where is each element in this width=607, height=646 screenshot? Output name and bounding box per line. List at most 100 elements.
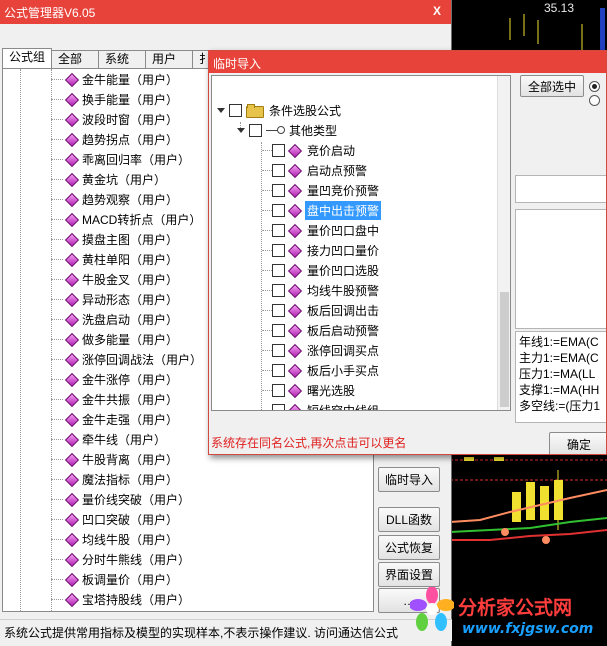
- expand-arrow-icon[interactable]: [236, 126, 245, 135]
- close-icon[interactable]: X: [433, 4, 441, 18]
- import-root-row[interactable]: 条件选股公式: [216, 100, 343, 120]
- import-item-checkbox[interactable]: [272, 143, 285, 157]
- import-item-row[interactable]: 竞价启动: [272, 140, 357, 160]
- formula-tree-item[interactable]: 牛股背离（用户）: [51, 449, 178, 469]
- tab-all[interactable]: 全部: [51, 50, 100, 68]
- import-item-row[interactable]: 板后启动预警: [272, 320, 381, 340]
- formula-tree-item[interactable]: 金牛涨停（用户）: [51, 369, 178, 389]
- tab-user[interactable]: 用户: [145, 50, 194, 68]
- option-radio-1[interactable]: [589, 81, 600, 92]
- import-item-checkbox[interactable]: [272, 283, 285, 297]
- import-item-checkbox[interactable]: [272, 383, 285, 397]
- formula-tree-item[interactable]: 板调量价（用户）: [51, 569, 178, 589]
- formula-tree-item[interactable]: 波段时窗（用户）: [51, 109, 178, 129]
- import-item-row[interactable]: 量价凹口盘中: [272, 220, 381, 240]
- formula-tree-item[interactable]: MACD转折点（用户）: [51, 209, 201, 229]
- formula-diamond-icon: [66, 494, 77, 505]
- tree-connector: [51, 118, 63, 120]
- formula-tree-item-label: 洗盘启动（用户）: [82, 312, 179, 327]
- import-item-label: 量价凹口盘中: [307, 223, 380, 238]
- tree-connector: [51, 458, 63, 460]
- main-title-bar: 公式管理器V6.05: [0, 0, 451, 24]
- import-item-row[interactable]: 均线牛股预警: [272, 280, 381, 300]
- formula-tree-item[interactable]: 异动形态（用户）: [51, 289, 178, 309]
- formula-diamond-icon: [66, 574, 77, 585]
- formula-tree-item[interactable]: 黄柱单阳（用户）: [51, 249, 178, 269]
- import-item-checkbox[interactable]: [272, 203, 285, 217]
- import-item-row[interactable]: 盘中出击预警: [272, 200, 382, 220]
- formula-tree-item[interactable]: 乖离回归率（用户）: [51, 149, 190, 169]
- import-item-checkbox[interactable]: [272, 263, 285, 277]
- formula-diamond-icon: [289, 265, 300, 276]
- formula-diamond-icon: [66, 114, 77, 125]
- option-radio-2[interactable]: [589, 95, 600, 106]
- formula-diamond-icon: [289, 145, 300, 156]
- formula-tree-item[interactable]: 黄金坑（用户）: [51, 169, 166, 189]
- import-item-label: 量凹竞价预警: [307, 183, 380, 198]
- tree-connector: [51, 158, 63, 160]
- formula-tree-item[interactable]: 量价线突破（用户）: [51, 489, 190, 509]
- import-item-row[interactable]: 启动点预警: [272, 160, 369, 180]
- root-checkbox[interactable]: [229, 103, 242, 117]
- tree-connector: [51, 518, 63, 520]
- formula-tree-item[interactable]: 涨停回调战法（用户）: [51, 349, 202, 369]
- import-item-checkbox[interactable]: [272, 403, 285, 410]
- root-label: 条件选股公式: [269, 103, 342, 118]
- formula-tree-item[interactable]: 金牛能量（用户）: [51, 69, 178, 89]
- import-item-row[interactable]: 量价凹口选股: [272, 260, 381, 280]
- formula-tree-item[interactable]: 凹口突破（用户）: [51, 509, 178, 529]
- formula-tree-item[interactable]: 趋势观察（用户）: [51, 189, 178, 209]
- scroll-thumb[interactable]: [500, 292, 509, 407]
- confirm-button[interactable]: 确定: [549, 432, 606, 454]
- formula-tree-item[interactable]: 牛股金叉（用户）: [51, 269, 178, 289]
- formula-tree-item[interactable]: 金牛共振（用户）: [51, 389, 178, 409]
- formula-tree-item[interactable]: 均线牛股（用户）: [51, 529, 178, 549]
- import-item-row[interactable]: 涨停回调买点: [272, 340, 381, 360]
- tree-connector: [51, 298, 63, 300]
- tree-connector: [262, 290, 272, 291]
- dll-function-button[interactable]: DLL函数: [378, 507, 440, 532]
- import-item-row[interactable]: 板后回调出击: [272, 300, 381, 320]
- expand-arrow-icon[interactable]: [216, 106, 225, 115]
- parameter-box: [515, 209, 606, 329]
- formula-tree-item[interactable]: 洗盘启动（用户）: [51, 309, 178, 329]
- formula-tree-item[interactable]: 换手能量（用户）: [51, 89, 178, 109]
- import-item-checkbox[interactable]: [272, 243, 285, 257]
- tree-connector: [262, 390, 272, 391]
- import-item-row[interactable]: 曙光选股: [272, 380, 357, 400]
- import-item-label: 量价凹口选股: [307, 263, 380, 278]
- main-title: 公式管理器V6.05: [4, 5, 96, 20]
- formula-tree-item[interactable]: 牵牛线（用户）: [51, 429, 166, 449]
- formula-tree-item[interactable]: 做多能量（用户）: [51, 329, 178, 349]
- tree-connector: [262, 150, 272, 151]
- tab-system[interactable]: 系统: [98, 50, 147, 68]
- formula-tree-item-label: 牵牛线（用户）: [82, 432, 167, 447]
- formula-tree-item[interactable]: 趋势拐点（用户）: [51, 129, 178, 149]
- formula-tree-item-label: 金牛走强（用户）: [82, 412, 179, 427]
- import-item-row[interactable]: 接力凹口量价: [272, 240, 381, 260]
- formula-tree-item[interactable]: 金牛走强（用户）: [51, 409, 178, 429]
- import-item-checkbox[interactable]: [272, 343, 285, 357]
- import-item-checkbox[interactable]: [272, 363, 285, 377]
- formula-tree-item[interactable]: 摸盘主图（用户）: [51, 229, 178, 249]
- dialog-scrollbar[interactable]: [497, 76, 510, 410]
- import-item-checkbox[interactable]: [272, 303, 285, 317]
- import-item-checkbox[interactable]: [272, 223, 285, 237]
- tree-connector: [51, 378, 63, 380]
- formula-tree-item[interactable]: 宝塔持股线（用户）: [51, 589, 190, 609]
- import-item-checkbox[interactable]: [272, 323, 285, 337]
- tab-formula-group[interactable]: 公式组: [2, 48, 53, 68]
- import-group-row[interactable]: 其他类型: [236, 120, 339, 140]
- import-item-row[interactable]: 短线穿中线组: [272, 400, 381, 410]
- import-item-row[interactable]: 板后小手买点: [272, 360, 381, 380]
- formula-diamond-icon: [289, 345, 300, 356]
- select-all-button[interactable]: 全部选中: [520, 75, 584, 97]
- formula-tree-item[interactable]: 魔法指标（用户）: [51, 469, 178, 489]
- temp-import-button[interactable]: 临时导入: [378, 467, 440, 492]
- import-item-checkbox[interactable]: [272, 183, 285, 197]
- formula-restore-button[interactable]: 公式恢复: [378, 535, 440, 560]
- formula-tree-item[interactable]: 分时牛熊线（用户）: [51, 549, 190, 569]
- import-item-row[interactable]: 量凹竞价预警: [272, 180, 381, 200]
- group-checkbox[interactable]: [249, 123, 262, 137]
- import-item-checkbox[interactable]: [272, 163, 285, 177]
